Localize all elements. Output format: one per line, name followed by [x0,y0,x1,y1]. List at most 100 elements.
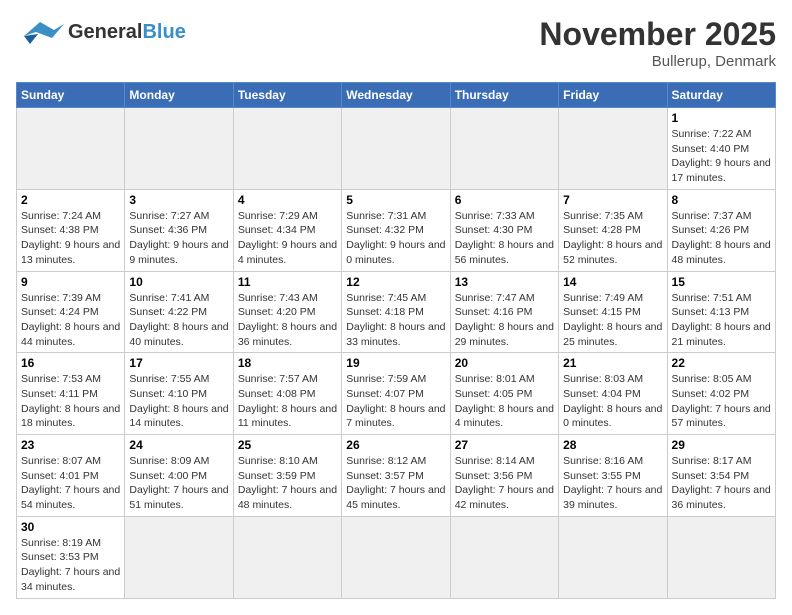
calendar: SundayMondayTuesdayWednesdayThursdayFrid… [16,82,776,599]
sunrise: Sunrise: 8:01 AM [455,373,535,385]
day-number: 7 [563,193,662,207]
sunrise: Sunrise: 7:55 AM [129,373,209,385]
day-number: 15 [672,275,771,289]
sunrise: Sunrise: 7:53 AM [21,373,101,385]
day-number: 1 [672,111,771,125]
calendar-cell: 28Sunrise: 8:16 AMSunset: 3:55 PMDayligh… [559,435,667,517]
daylight: Daylight: 8 hours and 33 minutes. [346,321,445,348]
logo-general: General [68,21,142,43]
day-info: Sunrise: 8:19 AMSunset: 3:53 PMDaylight:… [21,536,120,595]
sunrise: Sunrise: 7:29 AM [238,210,318,222]
daylight: Daylight: 8 hours and 36 minutes. [238,321,337,348]
day-info: Sunrise: 8:10 AMSunset: 3:59 PMDaylight:… [238,454,337,513]
day-info: Sunrise: 8:01 AM Sunset: 4:05 PM Daylight:… [455,372,554,431]
sunset: Sunset: 4:05 PM [455,388,533,400]
sunset: Sunset: 4:01 PM [21,470,99,482]
day-number: 8 [672,193,771,207]
sunrise: Sunrise: 7:35 AM [563,210,643,222]
weekday-header-monday: Monday [125,83,233,108]
day-info: Sunrise: 8:16 AMSunset: 3:55 PMDaylight:… [563,454,662,513]
calendar-cell: 15Sunrise: 7:51 AMSunset: 4:13 PMDayligh… [667,271,775,353]
calendar-cell: 22 Sunrise: 8:05 AMSunset: 4:02 PMDayligh… [667,353,775,435]
day-number: 23 [21,438,120,452]
day-info: Sunrise: 7:57 AMSunset: 4:08 PMDaylight:… [238,372,337,431]
sunset: Sunset: 4:04 PM [563,388,641,400]
day-info: Sunrise: 7:37 AMSunset: 4:26 PMDaylight:… [672,209,771,268]
daylight: Daylight: 7 hours and 54 minutes. [21,484,120,511]
daylight: Daylight: 8 hours and 21 minutes. [672,321,771,348]
calendar-cell: 13Sunrise: 7:47 AMSunset: 4:16 PMDayligh… [450,271,558,353]
calendar-cell [342,108,450,190]
sunset: Sunset: 4:18 PM [346,306,424,318]
day-number: 14 [563,275,662,289]
daylight: Daylight: 7 hours and 36 minutes. [672,484,771,511]
sunset: Sunset: 3:57 PM [346,470,424,482]
calendar-cell: 9Sunrise: 7:39 AMSunset: 4:24 PMDaylight… [17,271,125,353]
sunset: Sunset: 3:56 PM [455,470,533,482]
day-info: Sunrise: 7:47 AM Sunset: 4:16 PM Daylight:… [455,291,554,350]
title-block: November 2025 Bullerup, Denmark [539,16,776,70]
day-info: Sunrise: 7:29 AMSunset: 4:34 PMDaylight:… [238,209,337,268]
day-info: Sunrise: 8:03 AMSunset: 4:04 PMDaylight:… [563,372,662,431]
day-info: Sunrise: 7:22 AMSunset: 4:40 PMDaylight:… [672,127,771,186]
sunrise: Sunrise: 8:10 AM [238,455,318,467]
sunset: Sunset: 4:38 PM [21,224,99,236]
weekday-header-friday: Friday [559,83,667,108]
daylight: Daylight: 7 hours and 48 minutes. [238,484,337,511]
day-number: 4 [238,193,337,207]
sunset: Sunset: 3:55 PM [563,470,641,482]
weekday-header-saturday: Saturday [667,83,775,108]
sunrise: Sunrise: 7:41 AM [129,292,209,304]
day-info: Sunrise: 8:09 AMSunset: 4:00 PMDaylight:… [129,454,228,513]
sunrise: Sunrise: 7:33 AM [455,210,535,222]
calendar-cell: 5Sunrise: 7:31 AMSunset: 4:32 PMDaylight… [342,189,450,271]
daylight: Daylight: 7 hours and 39 minutes. [563,484,662,511]
calendar-cell [559,516,667,598]
sunset: Sunset: 4:13 PM [672,306,750,318]
daylight: Daylight: 8 hours and 52 minutes. [563,239,662,266]
week-row-1: 1Sunrise: 7:22 AMSunset: 4:40 PMDaylight… [17,108,776,190]
daylight: Daylight: 8 hours and 29 minutes. [455,321,554,348]
calendar-cell: 19Sunrise: 7:59 AMSunset: 4:07 PMDayligh… [342,353,450,435]
day-info: Sunrise: 7:41 AMSunset: 4:22 PMDaylight:… [129,291,228,350]
daylight: Daylight: 8 hours and 44 minutes. [21,321,120,348]
logo-blue: Blue [142,21,185,43]
day-number: 22 [672,356,771,370]
day-info: Sunrise: 7:59 AMSunset: 4:07 PMDaylight:… [346,372,445,431]
calendar-cell: 3Sunrise: 7:27 AMSunset: 4:36 PMDaylight… [125,189,233,271]
sunrise: Sunrise: 7:22 AM [672,128,752,140]
sunset: Sunset: 3:53 PM [21,551,99,563]
day-info: Sunrise: 8:17 AMSunset: 3:54 PMDaylight:… [672,454,771,513]
day-number: 3 [129,193,228,207]
calendar-cell [667,516,775,598]
calendar-cell [17,108,125,190]
sunset: Sunset: 4:28 PM [563,224,641,236]
calendar-cell [125,516,233,598]
week-row-3: 9Sunrise: 7:39 AMSunset: 4:24 PMDaylight… [17,271,776,353]
sunset: Sunset: 4:07 PM [346,388,424,400]
location: Bullerup, Denmark [539,53,776,70]
sunset: Sunset: 4:10 PM [129,388,207,400]
daylight: Daylight: 9 hours and 9 minutes. [129,239,228,266]
sunset: Sunset: 4:40 PM [672,143,750,155]
sunset: Sunset: 4:08 PM [238,388,316,400]
sunrise: Sunrise: 7:45 AM [346,292,426,304]
day-info: Sunrise: 8:05 AMSunset: 4:02 PMDaylight:… [672,372,771,431]
day-number: 10 [129,275,228,289]
day-number: 27 [455,438,554,452]
day-number: 18 [238,356,337,370]
daylight: Daylight: 8 hours and 4 minutes. [455,403,554,430]
sunrise: Sunrise: 7:47 AM [455,292,535,304]
day-info: Sunrise: 7:33 AMSunset: 4:30 PMDaylight:… [455,209,554,268]
calendar-cell: 29Sunrise: 8:17 AMSunset: 3:54 PMDayligh… [667,435,775,517]
calendar-cell: 16Sunrise: 7:53 AMSunset: 4:11 PMDayligh… [17,353,125,435]
sunset: Sunset: 4:30 PM [455,224,533,236]
day-number: 2 [21,193,120,207]
sunset: Sunset: 4:16 PM [455,306,533,318]
sunrise: Sunrise: 7:49 AM [563,292,643,304]
sunset: Sunset: 4:00 PM [129,470,207,482]
daylight: Daylight: 8 hours and 14 minutes. [129,403,228,430]
calendar-cell: 17Sunrise: 7:55 AMSunset: 4:10 PMDayligh… [125,353,233,435]
calendar-cell [559,108,667,190]
calendar-cell [125,108,233,190]
